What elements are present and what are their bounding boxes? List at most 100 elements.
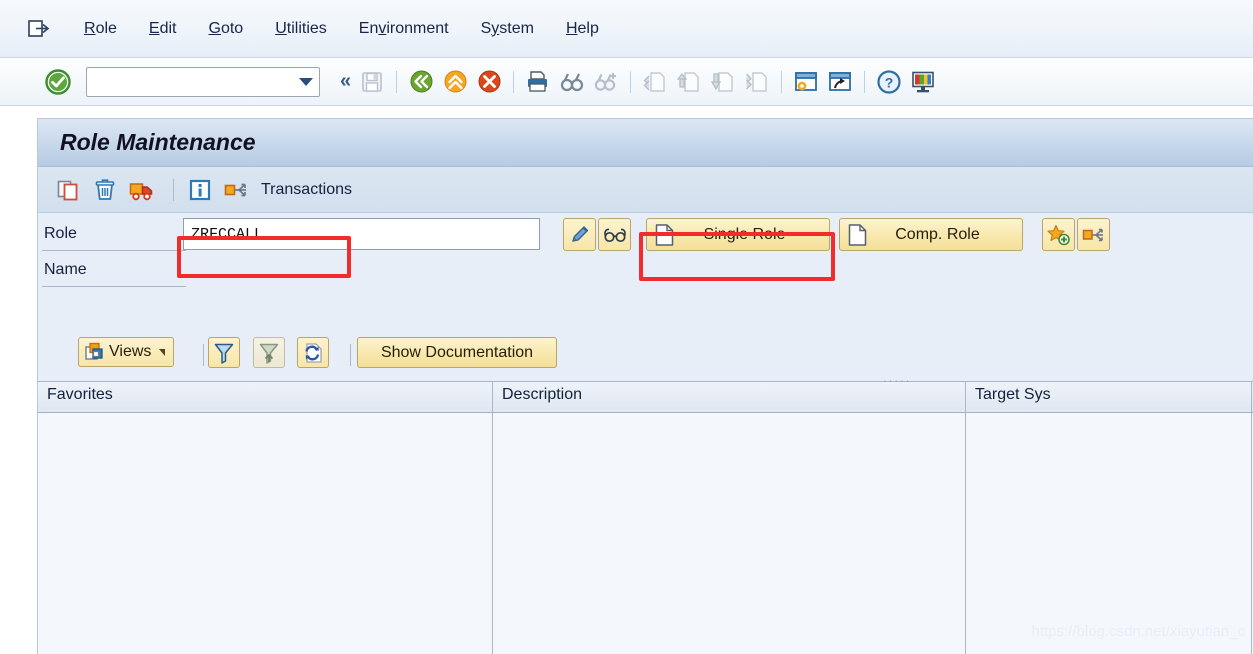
green-check-enter-icon[interactable] xyxy=(44,68,72,96)
menu-goto-key: G xyxy=(208,19,221,37)
app-toolbar-separator xyxy=(173,178,174,201)
info-button[interactable] xyxy=(184,175,216,205)
transactions-button-label[interactable]: Transactions xyxy=(261,181,352,199)
table-column-target-sys-body[interactable] xyxy=(966,413,1252,654)
table-column-favorites-body[interactable] xyxy=(38,413,493,654)
comp-role-button-label: Comp. Role xyxy=(895,225,980,243)
table-body[interactable] xyxy=(38,413,1253,654)
column-header-favorites[interactable]: Favorites xyxy=(38,382,493,412)
menu-item-role[interactable]: Role xyxy=(68,18,133,40)
document-page-icon xyxy=(655,223,674,246)
chevron-down-icon[interactable] xyxy=(159,348,166,356)
save-button[interactable] xyxy=(357,67,387,97)
svg-text:?: ? xyxy=(885,74,894,90)
menu-item-system[interactable]: System xyxy=(465,18,550,40)
sap-gui-window: Role Edit Goto Utilities Environment Sys… xyxy=(0,0,1253,654)
menu-help-key: H xyxy=(565,19,578,37)
views-separator-2 xyxy=(350,344,351,366)
delete-role-button[interactable] xyxy=(89,175,121,205)
document-page-icon xyxy=(848,223,867,246)
single-role-button[interactable]: Single Role xyxy=(646,218,830,251)
role-input[interactable] xyxy=(183,218,540,250)
customize-layout-button[interactable] xyxy=(908,67,938,97)
column-header-target-sys[interactable]: Target Sys xyxy=(966,382,1252,412)
toolbar-separator xyxy=(513,70,515,93)
toolbar-separator xyxy=(864,70,866,93)
watermark-text: https://blog.csdn.net/xiayutian_c xyxy=(1031,623,1245,640)
transport-role-button[interactable] xyxy=(126,175,158,205)
double-chevron-left-icon[interactable]: « xyxy=(334,70,355,93)
menu-environment-post: ironment xyxy=(386,19,449,37)
menu-item-help[interactable]: Help xyxy=(550,18,615,40)
back-button[interactable] xyxy=(406,67,436,97)
menu-item-goto[interactable]: Goto xyxy=(193,18,260,40)
copy-role-button[interactable] xyxy=(52,175,84,205)
menu-role-key: R xyxy=(84,19,96,37)
filter-button[interactable] xyxy=(208,337,240,368)
column-grip-handle[interactable]: ․․․․․ xyxy=(883,372,911,385)
comp-role-button[interactable]: Comp. Role xyxy=(839,218,1023,251)
menu-help-post: elp xyxy=(577,19,599,37)
last-page-button[interactable] xyxy=(742,67,772,97)
single-role-button-label: Single Role xyxy=(703,225,786,243)
content-panel: Role Maintenance Transactions Role ZRFCC… xyxy=(37,118,1253,654)
help-button[interactable]: ? xyxy=(874,67,904,97)
application-toolbar: Transactions xyxy=(38,167,1253,213)
table-column-description-body[interactable] xyxy=(493,413,966,654)
change-pencil-button[interactable] xyxy=(563,218,596,251)
menu-system-post: stem xyxy=(499,19,534,37)
menu-edit-key: E xyxy=(148,19,160,37)
table-header-row: Favorites Description Target Sys xyxy=(38,382,1253,413)
print-button[interactable] xyxy=(523,67,553,97)
system-menu-icon[interactable] xyxy=(28,19,50,39)
menu-utilities-key: U xyxy=(275,19,287,37)
command-input[interactable] xyxy=(87,68,290,95)
menu-item-edit[interactable]: Edit xyxy=(133,18,193,40)
menu-role-post: ole xyxy=(95,19,117,37)
add-to-favorites-button[interactable] xyxy=(1042,218,1075,251)
views-separator xyxy=(203,344,204,366)
system-toolbar: « ? xyxy=(0,58,1253,106)
chevron-down-icon[interactable] xyxy=(299,77,313,86)
menu-bar: Role Edit Goto Utilities Environment Sys… xyxy=(0,0,1253,58)
views-windows-icon xyxy=(85,342,105,362)
toolbar-separator xyxy=(630,70,632,93)
menu-system-pre: S xyxy=(480,19,492,37)
display-glasses-button[interactable] xyxy=(598,218,631,251)
toolbar-separator xyxy=(396,70,398,93)
toolbar-separator xyxy=(781,70,783,93)
menu-item-utilities[interactable]: Utilities xyxy=(259,18,343,40)
menu-edit-post: dit xyxy=(159,19,177,37)
create-shortcut-button[interactable] xyxy=(825,67,855,97)
first-page-button[interactable] xyxy=(640,67,670,97)
role-label-underline xyxy=(42,249,186,251)
command-field[interactable] xyxy=(86,66,320,97)
views-dropdown-button[interactable]: Views xyxy=(78,337,175,367)
screen-title-bar: Role Maintenance xyxy=(38,119,1253,167)
views-button-label: Views xyxy=(109,343,152,360)
refresh-button[interactable] xyxy=(297,337,329,368)
column-header-description[interactable]: Description xyxy=(493,382,966,412)
page-title: Role Maintenance xyxy=(60,129,256,155)
next-page-button[interactable] xyxy=(708,67,738,97)
name-field-underline xyxy=(42,285,186,287)
create-session-button[interactable] xyxy=(791,67,821,97)
find-next-button[interactable] xyxy=(591,67,621,97)
organize-favorites-button[interactable] xyxy=(1077,218,1110,251)
role-label: Role xyxy=(44,225,77,242)
delete-filter-button[interactable] xyxy=(253,337,285,368)
transactions-arrows-icon[interactable] xyxy=(221,175,253,205)
menu-goto-post: oto xyxy=(220,19,244,37)
favorites-table: ․․․․․ Favorites Description Target Sys xyxy=(38,373,1253,654)
views-toolbar: Views Show Documentation xyxy=(38,329,1253,381)
exit-button[interactable] xyxy=(440,67,470,97)
name-label: Name xyxy=(44,261,87,278)
menu-utilities-post: tilities xyxy=(286,19,327,37)
role-form-area: Role Name xyxy=(38,213,1253,329)
find-button[interactable] xyxy=(557,67,587,97)
menu-item-environment[interactable]: Environment xyxy=(343,18,465,40)
cancel-button[interactable] xyxy=(474,67,504,97)
previous-page-button[interactable] xyxy=(674,67,704,97)
show-documentation-button[interactable]: Show Documentation xyxy=(357,337,557,368)
menu-environment-pre: En xyxy=(358,19,379,37)
